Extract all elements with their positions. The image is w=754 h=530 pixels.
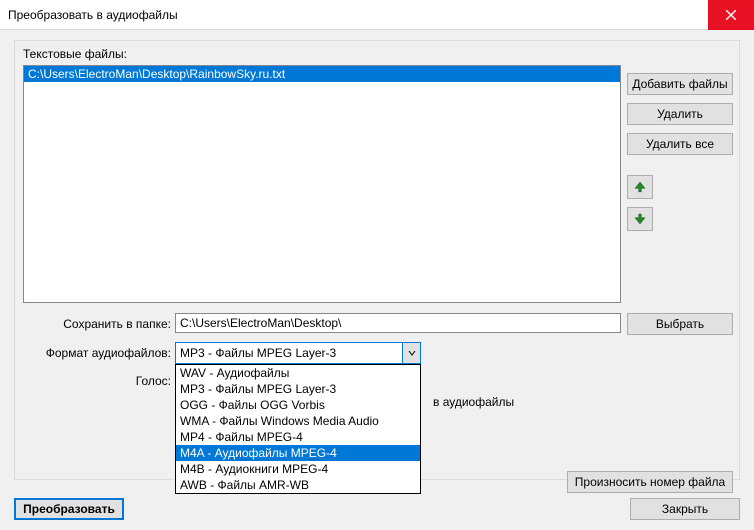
save-folder-input[interactable]: C:\Users\ElectroMan\Desktop\ bbox=[175, 313, 621, 333]
move-up-button[interactable] bbox=[627, 175, 653, 199]
convert-button[interactable]: Преобразовать bbox=[14, 498, 124, 520]
title-bar: Преобразовать в аудиофайлы bbox=[0, 0, 754, 30]
choose-folder-button[interactable]: Выбрать bbox=[627, 313, 733, 335]
arrow-up-icon bbox=[634, 181, 646, 193]
close-window-button[interactable] bbox=[708, 0, 754, 30]
format-option[interactable]: WMA - Файлы Windows Media Audio bbox=[176, 413, 420, 429]
voice-label: Голос: bbox=[125, 374, 171, 388]
conversion-hint: в аудиофайлы bbox=[433, 395, 514, 409]
format-option[interactable]: MP3 - Файлы MPEG Layer-3 bbox=[176, 381, 420, 397]
delete-button[interactable]: Удалить bbox=[627, 103, 733, 125]
save-folder-label: Сохранить в папке: bbox=[63, 317, 171, 331]
format-option[interactable]: MP4 - Файлы MPEG-4 bbox=[176, 429, 420, 445]
arrow-down-icon bbox=[634, 213, 646, 225]
add-files-button[interactable]: Добавить файлы bbox=[627, 73, 733, 95]
text-files-label: Текстовые файлы: bbox=[23, 47, 127, 61]
list-item[interactable]: C:\Users\ElectroMan\Desktop\RainbowSky.r… bbox=[24, 66, 620, 82]
window-title: Преобразовать в аудиофайлы bbox=[8, 8, 178, 22]
client-area: Текстовые файлы: C:\Users\ElectroMan\Des… bbox=[0, 30, 754, 530]
move-down-button[interactable] bbox=[627, 207, 653, 231]
audio-format-label: Формат аудиофайлов: bbox=[45, 346, 171, 360]
format-option[interactable]: WAV - Аудиофайлы bbox=[176, 365, 420, 381]
audio-format-selected: MP3 - Файлы MPEG Layer-3 bbox=[176, 343, 402, 363]
file-listbox[interactable]: C:\Users\ElectroMan\Desktop\RainbowSky.r… bbox=[23, 65, 621, 303]
format-option[interactable]: M4A - Аудиофайлы MPEG-4 bbox=[176, 445, 420, 461]
audio-format-combo[interactable]: MP3 - Файлы MPEG Layer-3 bbox=[175, 342, 421, 364]
close-button[interactable]: Закрыть bbox=[630, 498, 740, 520]
audio-format-dropdown-button[interactable] bbox=[402, 343, 420, 363]
format-option[interactable]: AWB - Файлы AMR-WB bbox=[176, 477, 420, 493]
format-option[interactable]: M4B - Аудиокниги MPEG-4 bbox=[176, 461, 420, 477]
delete-all-button[interactable]: Удалить все bbox=[627, 133, 733, 155]
format-option[interactable]: OGG - Файлы OGG Vorbis bbox=[176, 397, 420, 413]
audio-format-dropdown-list[interactable]: WAV - Аудиофайлы MP3 - Файлы MPEG Layer-… bbox=[175, 364, 421, 494]
main-groupbox: Текстовые файлы: C:\Users\ElectroMan\Des… bbox=[14, 40, 740, 480]
chevron-down-icon bbox=[408, 349, 416, 357]
close-icon bbox=[725, 9, 737, 21]
say-file-number-button[interactable]: Произносить номер файла bbox=[567, 471, 733, 493]
